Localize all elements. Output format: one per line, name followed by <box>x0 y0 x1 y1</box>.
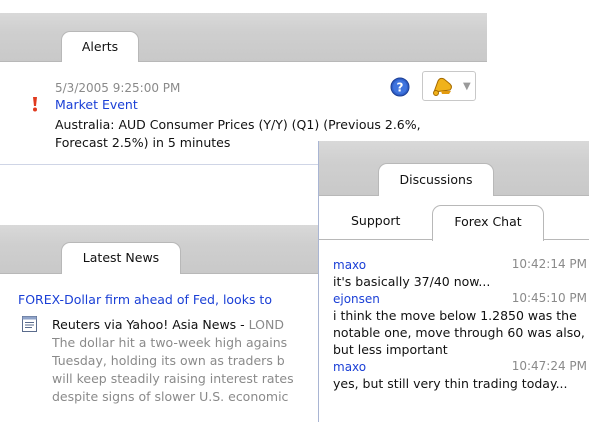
news-source: Reuters via Yahoo! Asia News - <box>52 317 249 332</box>
discussion-subtabs: Support Forex Chat <box>319 196 589 241</box>
chat-text: it's basically 37/40 now... <box>333 274 491 289</box>
chat-message-list: maxo 10:42:14 PM it's basically 37/40 no… <box>333 256 589 392</box>
chat-username[interactable]: maxo <box>333 258 366 272</box>
bell-icon <box>433 77 452 96</box>
news-line: The dollar hit a two-week high agains <box>52 335 288 350</box>
news-headline-link[interactable]: FOREX-Dollar firm ahead of Fed, looks to <box>18 292 318 307</box>
tab-discussions[interactable]: Discussions <box>378 163 494 196</box>
discussions-tab-bar: Discussions <box>319 141 589 196</box>
chat-text: i think the move below 1.2850 was the no… <box>333 308 585 357</box>
help-icon[interactable]: ? <box>390 77 410 100</box>
chat-timestamp: 10:45:10 PM <box>511 291 587 305</box>
discussions-panel: Discussions Support Forex Chat maxo 10:4… <box>318 141 589 422</box>
alert-settings-button[interactable]: ▼ <box>422 71 476 101</box>
news-line: will keep steadily raising interest rate… <box>52 371 294 386</box>
chat-username[interactable]: maxo <box>333 360 366 374</box>
chevron-down-icon[interactable]: ▼ <box>463 81 471 92</box>
chat-message: maxo 10:42:14 PM it's basically 37/40 no… <box>333 256 589 290</box>
alerts-tab-bar: Alerts <box>0 13 487 62</box>
svg-text:?: ? <box>397 81 404 95</box>
news-line: despite signs of slower U.S. economic <box>52 389 289 404</box>
news-line: Tuesday, holding its own as traders b <box>52 353 285 368</box>
chat-timestamp: 10:47:24 PM <box>511 359 587 373</box>
chat-timestamp: 10:42:14 PM <box>511 257 587 271</box>
tab-support[interactable]: Support <box>351 213 400 228</box>
chat-username[interactable]: ejonsen <box>333 292 380 306</box>
news-line: LOND <box>248 317 284 332</box>
tab-latest-news[interactable]: Latest News <box>61 242 181 274</box>
alert-event-title[interactable]: Market Event <box>55 97 138 112</box>
alert-timestamp: 5/3/2005 9:25:00 PM <box>55 81 181 95</box>
article-icon <box>21 315 39 336</box>
divider <box>0 164 318 165</box>
tab-alerts[interactable]: Alerts <box>61 31 139 62</box>
news-summary: Reuters via Yahoo! Asia News - LOND The … <box>52 316 318 406</box>
chat-text: yes, but still very thin trading today..… <box>333 376 568 391</box>
news-tab-bar: Latest News <box>0 225 318 274</box>
tab-forex-chat[interactable]: Forex Chat <box>432 205 544 241</box>
chat-message: ejonsen 10:45:10 PM i think the move bel… <box>333 290 589 358</box>
chat-message: maxo 10:47:24 PM yes, but still very thi… <box>333 358 589 392</box>
exclamation-icon <box>30 97 40 116</box>
